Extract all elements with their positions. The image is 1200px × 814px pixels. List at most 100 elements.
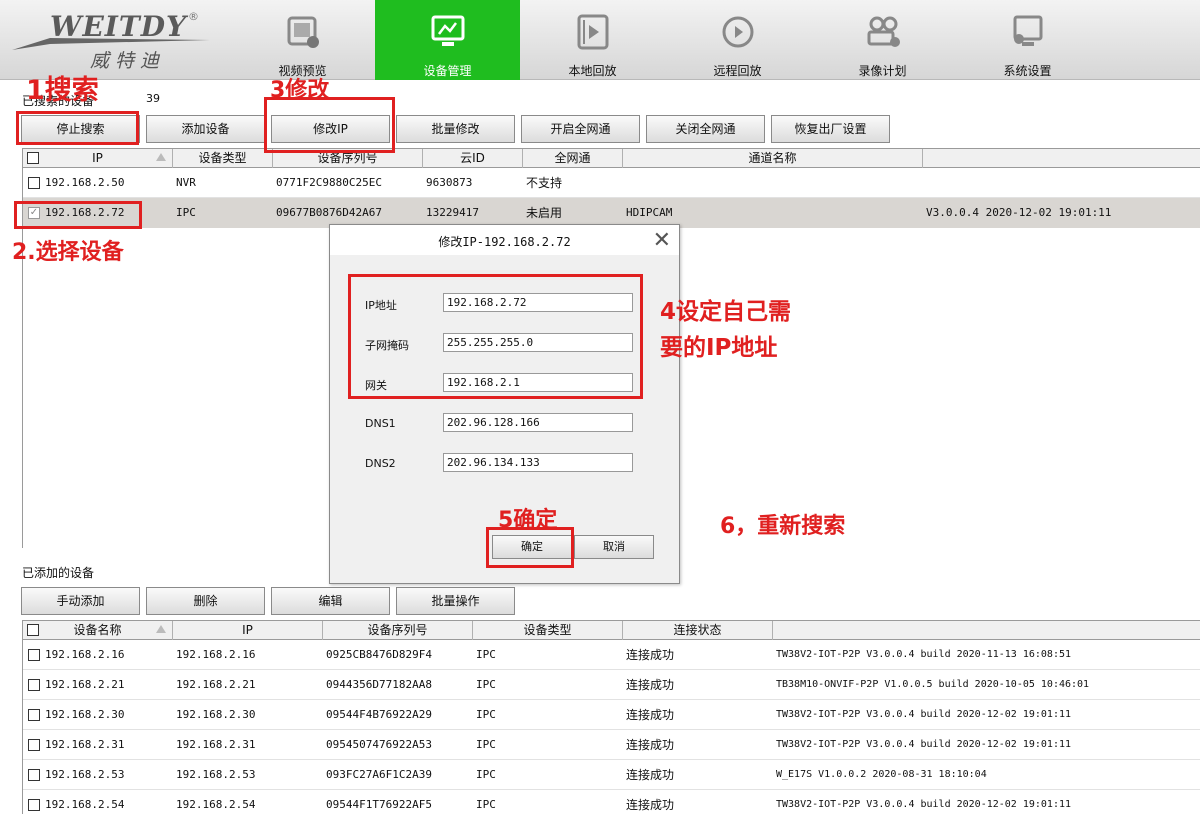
row-checkbox[interactable] [28,649,40,661]
cancel-button[interactable]: 取消 [574,535,654,559]
select-all-checkbox[interactable] [27,152,39,164]
table-row[interactable]: 192.168.2.31 192.168.2.31 0954507476922A… [23,730,1200,760]
cell-extra [926,168,1196,198]
tab-recording-plan[interactable]: 录像计划 [810,0,955,80]
column-device-name[interactable]: 设备名称 [23,621,173,640]
factory-reset-button[interactable]: 恢复出厂设置 [771,115,890,143]
brand-logo: WEITDY ® 威特迪 [10,8,215,72]
tab-label: 设备管理 [423,64,472,78]
column-ip[interactable]: IP [23,149,173,168]
dns1-field[interactable]: 202.96.128.166 [443,413,633,432]
disable-all-network-button[interactable]: 关闭全网通 [646,115,765,143]
table-row[interactable]: 192.168.2.21 192.168.2.21 0944356D77182A… [23,670,1200,700]
cell-firmware: W_E17S V1.0.0.2 2020-08-31 18:10:04 [776,769,987,780]
cell-status: 连接成功 [626,798,675,812]
add-device-button[interactable]: 添加设备 [146,115,265,143]
cell-firmware: TW38V2-IOT-P2P V3.0.0.4 build 2020-12-02… [776,799,1072,810]
cell-type: IPC [476,678,496,691]
tab-remote-playback[interactable]: 远程回放 [665,0,810,80]
column-label: 设备名称 [73,623,122,637]
top-navigation-bar: WEITDY ® 威特迪 视频预览 设备管理 本地回放 远程回放 录像计划 系统… [0,0,1200,80]
cell-device-name: 192.168.2.31 [45,738,125,751]
table-row[interactable]: 192.168.2.53 192.168.2.53 093FC27A6F1C2A… [23,760,1200,790]
cell-status: 连接成功 [626,738,675,752]
tab-label: 远程回放 [713,64,762,78]
cell-type: IPC [476,738,496,751]
column-cloud-id[interactable]: 云ID [423,149,523,168]
table-row[interactable]: 192.168.2.54 192.168.2.54 09544F1T76922A… [23,790,1200,814]
delete-button[interactable]: 删除 [146,587,265,615]
cell-ip: 192.168.2.31 [176,738,256,751]
edit-button[interactable]: 编辑 [271,587,390,615]
tab-label: 系统设置 [1003,64,1052,78]
row-checkbox[interactable] [28,709,40,721]
cell-firmware: TW38V2-IOT-P2P V3.0.0.4 build 2020-11-13… [776,649,1072,660]
row-checkbox[interactable] [28,177,40,189]
row-checkbox[interactable] [28,769,40,781]
cell-ip: 192.168.2.30 [176,708,256,721]
table-header: 设备名称 IP 设备序列号 设备类型 连接状态 [23,620,1200,640]
system-settings-icon [1013,15,1042,46]
cell-serial: 09544F4B76922A29 [326,708,432,721]
cell-status: 连接成功 [626,768,675,782]
column-serial[interactable]: 设备序列号 [323,621,473,640]
sort-ascending-icon [156,153,166,161]
annotation-box-modify-ip [264,97,395,153]
annotation-step2: 2.选择设备 [12,240,124,265]
tab-local-playback[interactable]: 本地回放 [520,0,665,80]
column-device-type[interactable]: 设备类型 [473,621,623,640]
table-row[interactable]: 192.168.2.30 192.168.2.30 09544F4B76922A… [23,700,1200,730]
annotation-box-selected-device [14,201,142,229]
column-device-type[interactable]: 设备类型 [173,149,273,168]
row-checkbox[interactable] [28,679,40,691]
cell-firmware: TB38M10-ONVIF-P2P V1.0.0.5 build 2020-10… [776,679,1090,690]
cell-serial: 0944356D77182AA8 [326,678,432,691]
enable-all-network-button[interactable]: 开启全网通 [521,115,640,143]
annotation-step6: 6，重新搜索 [720,514,846,539]
cell-ip: 192.168.2.16 [176,648,256,661]
tab-label: 本地回放 [568,64,617,78]
annotation-step3: 3修改 [270,78,330,103]
cell-ip: 192.168.2.50 [45,176,125,189]
close-icon[interactable]: ✕ [653,228,671,253]
sort-ascending-icon [156,625,166,633]
video-preview-icon [287,16,319,48]
cell-extra: V3.0.0.4 2020-12-02 19:01:11 [926,206,1112,219]
dns2-field[interactable]: 202.96.134.133 [443,453,633,472]
batch-modify-button[interactable]: 批量修改 [396,115,515,143]
dialog-titlebar[interactable]: 修改IP-192.168.2.72 ✕ [330,225,679,255]
cell-type: IPC [476,768,496,781]
cell-status: 连接成功 [626,708,675,722]
table-row[interactable]: 192.168.2.50 NVR 0771F2C9880C25EC 963087… [23,168,1200,198]
row-checkbox[interactable] [28,799,40,811]
cell-serial: 093FC27A6F1C2A39 [326,768,432,781]
registered-mark: ® [188,10,199,23]
column-channel-name[interactable]: 通道名称 [623,149,923,168]
column-connection-status[interactable]: 连接状态 [623,621,773,640]
dns2-label: DNS2 [365,457,396,470]
cell-ip: 192.168.2.54 [176,798,256,811]
cell-status: 连接成功 [626,648,675,662]
row-checkbox[interactable] [28,739,40,751]
tab-label: 录像计划 [858,64,907,78]
batch-operation-button[interactable]: 批量操作 [396,587,515,615]
device-management-icon [431,15,464,46]
tab-system-settings[interactable]: 系统设置 [955,0,1100,80]
cell-all-network: 不支持 [526,176,563,190]
added-devices-label: 已添加的设备 [22,566,95,580]
remote-playback-icon [722,16,753,48]
manual-add-button[interactable]: 手动添加 [21,587,140,615]
tab-video-preview[interactable]: 视频预览 [230,0,375,80]
column-all-network[interactable]: 全网通 [523,149,623,168]
column-ip[interactable]: IP [173,621,323,640]
cell-type: IPC [476,798,496,811]
select-all-checkbox[interactable] [27,624,39,636]
column-extra [923,149,1200,168]
column-label: IP [92,151,103,165]
cell-device-name: 192.168.2.54 [45,798,125,811]
tab-device-management[interactable]: 设备管理 [375,0,520,80]
cell-device-name: 192.168.2.53 [45,768,125,781]
cell-type: IPC [176,206,196,219]
table-row[interactable]: 192.168.2.16 192.168.2.16 0925CB8476D829… [23,640,1200,670]
cell-type: IPC [476,708,496,721]
